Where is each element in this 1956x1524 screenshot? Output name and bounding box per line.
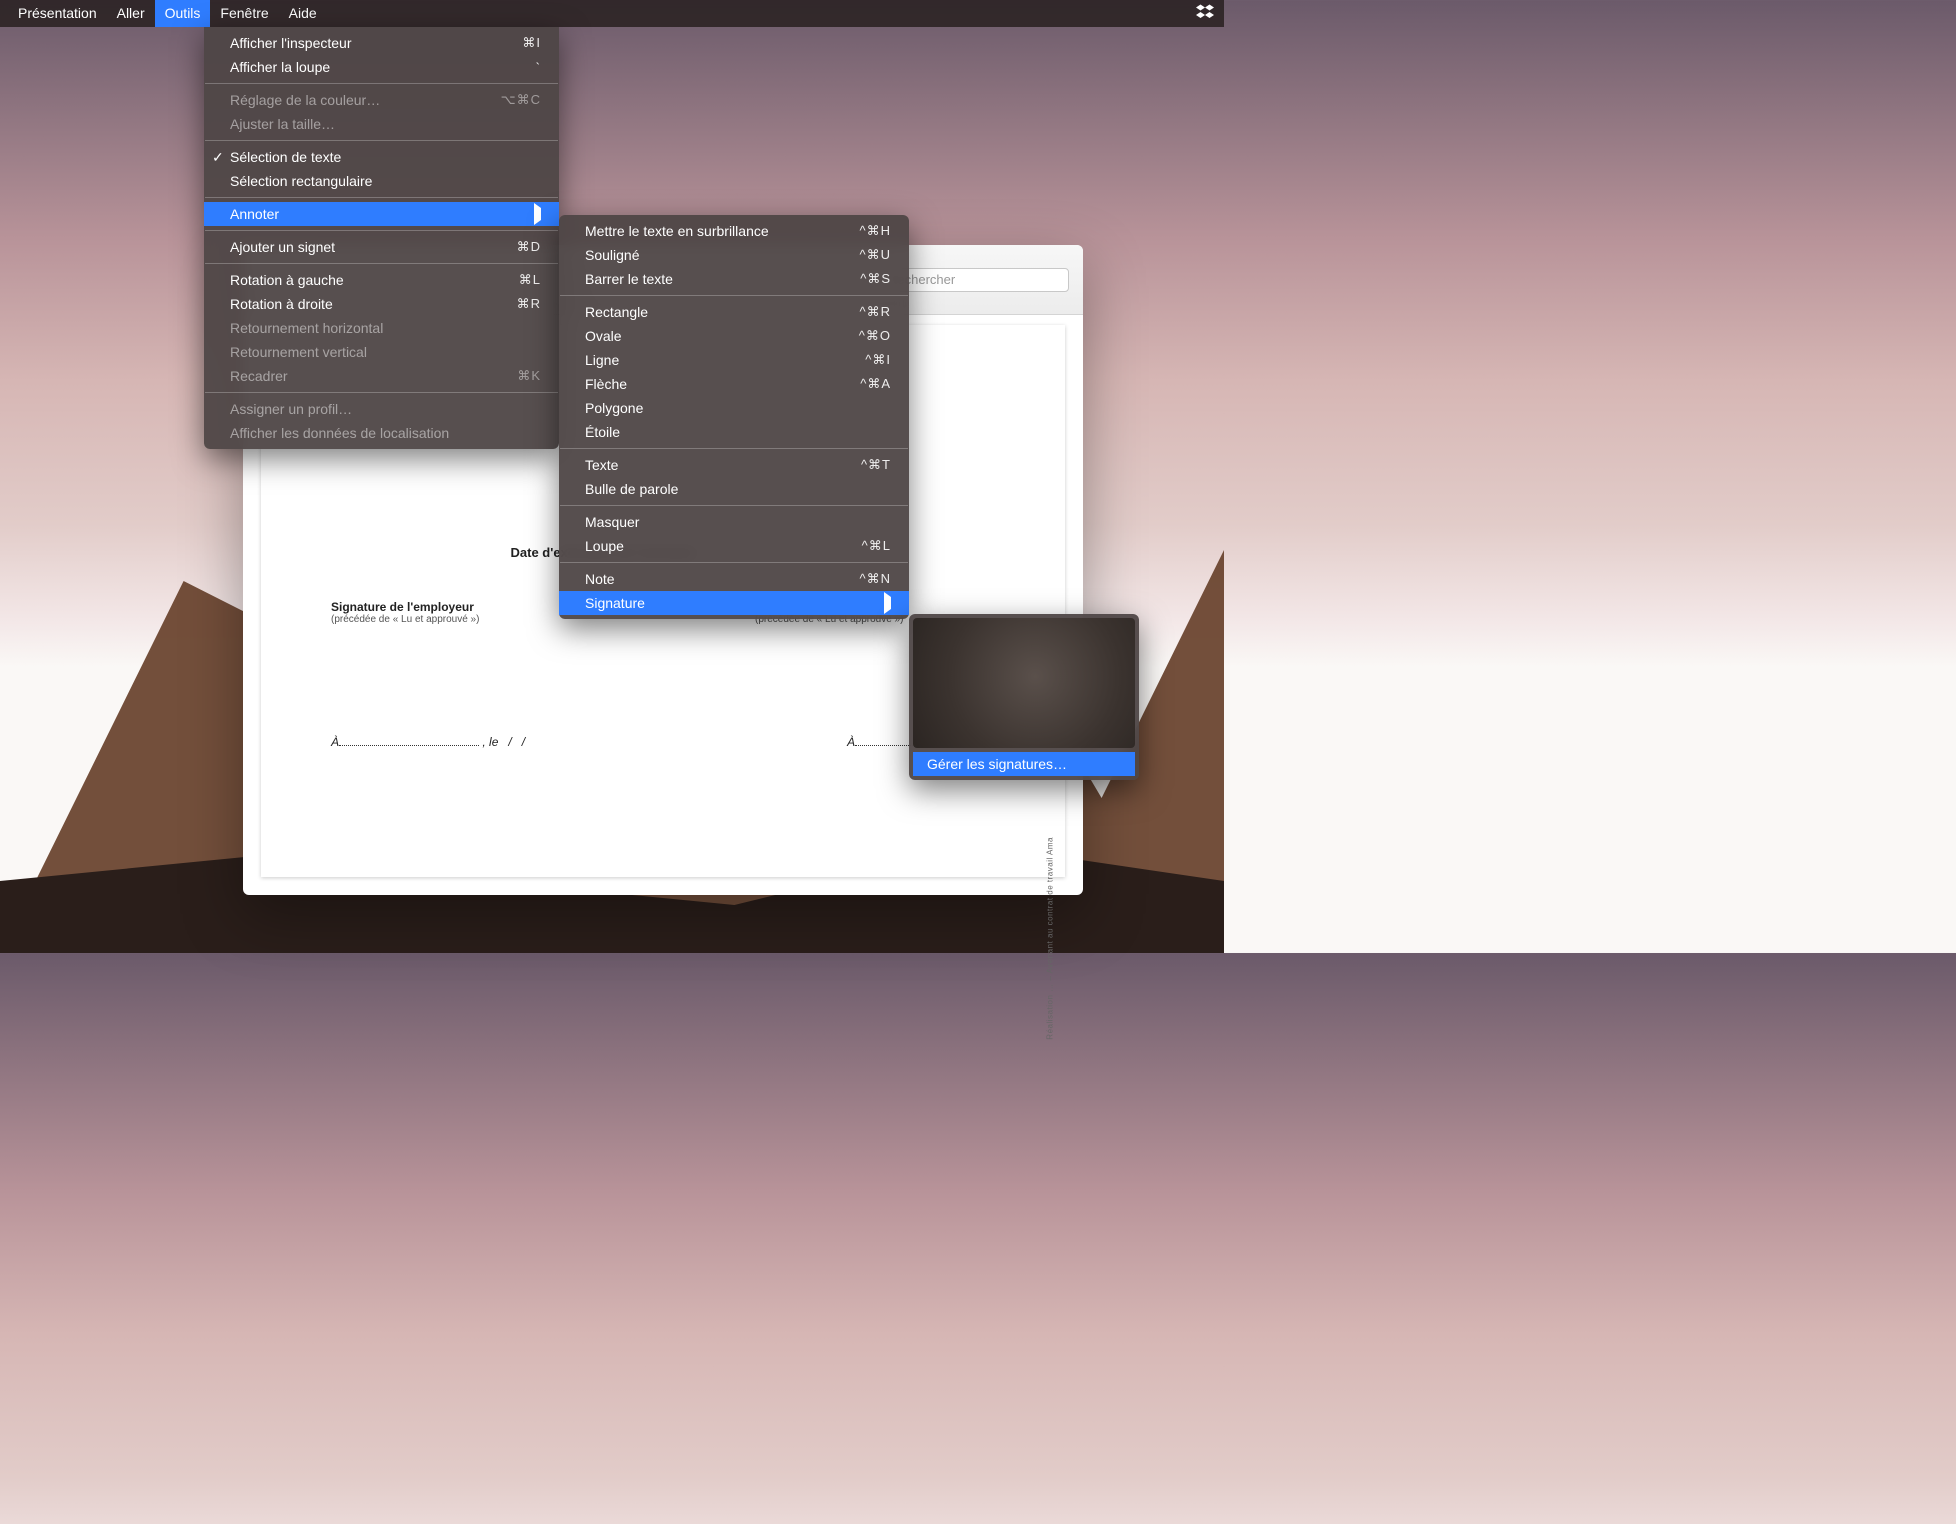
menu-item-gerer-signatures[interactable]: Gérer les signatures…: [913, 752, 1135, 776]
menu-item-loupe[interactable]: Afficher la loupe`: [204, 55, 559, 79]
menu-item-loupe-annot[interactable]: Loupe^⌘L: [559, 534, 909, 558]
menu-item-ligne[interactable]: Ligne^⌘I: [559, 348, 909, 372]
menu-item-selection-texte[interactable]: ✓Sélection de texte: [204, 145, 559, 169]
menu-item-selection-rect[interactable]: Sélection rectangulaire: [204, 169, 559, 193]
submenu-arrow-icon: [884, 597, 891, 609]
menubar-right: [1196, 3, 1224, 24]
menubar-item-fenetre[interactable]: Fenêtre: [210, 0, 278, 27]
menu-item-rectangle[interactable]: Rectangle^⌘R: [559, 300, 909, 324]
menu-item-ajouter-signet[interactable]: Ajouter un signet⌘D: [204, 235, 559, 259]
menu-item-ajuster-taille: Ajuster la taille…: [204, 112, 559, 136]
menu-item-surbrillance[interactable]: Mettre le texte en surbrillance^⌘H: [559, 219, 909, 243]
menu-item-fleche[interactable]: Flèche^⌘A: [559, 372, 909, 396]
signature-employer-sub: (précédée de « Lu et approuvé »): [331, 614, 571, 625]
document-side-label: Réalisation … – Avenant au contrat de tr…: [1046, 837, 1055, 1040]
menu-item-flip-v: Retournement vertical: [204, 340, 559, 364]
menu-item-souligne[interactable]: Souligné^⌘U: [559, 243, 909, 267]
signature-preview-empty[interactable]: [913, 618, 1135, 748]
menubar-item-aller[interactable]: Aller: [107, 0, 155, 27]
menu-item-signature[interactable]: Signature: [559, 591, 909, 615]
menu-item-bulle[interactable]: Bulle de parole: [559, 477, 909, 501]
check-icon: ✓: [212, 149, 224, 166]
menu-item-ovale[interactable]: Ovale^⌘O: [559, 324, 909, 348]
menu-item-texte[interactable]: Texte^⌘T: [559, 453, 909, 477]
menubar: Présentation Aller Outils Fenêtre Aide: [0, 0, 1224, 27]
menu-item-localisation: Afficher les données de localisation: [204, 421, 559, 445]
signature-menu: Gérer les signatures…: [909, 614, 1139, 780]
menubar-item-aide[interactable]: Aide: [279, 0, 327, 27]
signature-employer-block: Signature de l'employeur (précédée de « …: [331, 600, 571, 625]
menu-item-flip-h: Retournement horizontal: [204, 316, 559, 340]
menu-item-masquer[interactable]: Masquer: [559, 510, 909, 534]
menu-item-rotation-droite[interactable]: Rotation à droite⌘R: [204, 292, 559, 316]
menu-item-etoile[interactable]: Étoile: [559, 420, 909, 444]
dropbox-icon[interactable]: [1196, 8, 1214, 24]
menubar-item-presentation[interactable]: Présentation: [8, 0, 107, 27]
tools-menu: Afficher l'inspecteur⌘I Afficher la loup…: [204, 27, 559, 449]
menu-item-annoter[interactable]: Annoter: [204, 202, 559, 226]
menu-item-reglage-couleur: Réglage de la couleur…⌥⌘C: [204, 88, 559, 112]
menu-item-assigner-profil: Assigner un profil…: [204, 397, 559, 421]
menu-item-rotation-gauche[interactable]: Rotation à gauche⌘L: [204, 268, 559, 292]
signature-employer-label: Signature de l'employeur: [331, 600, 571, 614]
menu-item-recadrer: Recadrer⌘K: [204, 364, 559, 388]
menu-item-barrer[interactable]: Barrer le texte^⌘S: [559, 267, 909, 291]
menu-item-polygone[interactable]: Polygone: [559, 396, 909, 420]
menu-item-note[interactable]: Note^⌘N: [559, 567, 909, 591]
menu-item-inspecteur[interactable]: Afficher l'inspecteur⌘I: [204, 31, 559, 55]
place-date-left: À , le / /: [331, 735, 525, 749]
submenu-arrow-icon: [534, 208, 541, 220]
menubar-item-outils[interactable]: Outils: [155, 0, 211, 27]
annotate-menu: Mettre le texte en surbrillance^⌘H Souli…: [559, 215, 909, 619]
